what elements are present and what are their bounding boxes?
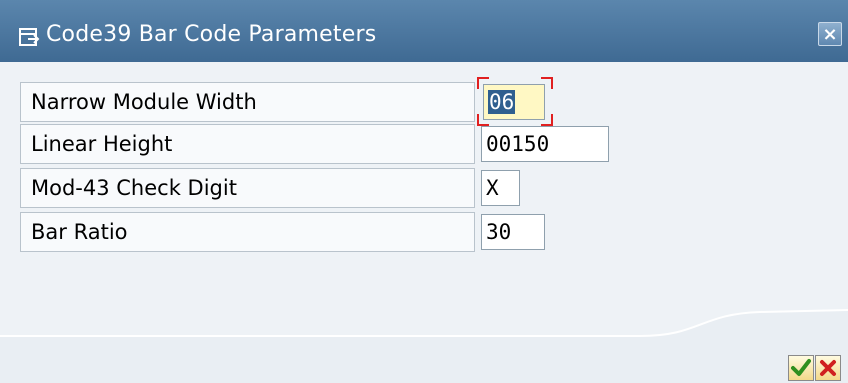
- narrow-module-width-input[interactable]: 06: [483, 84, 545, 120]
- cancel-x-icon: [820, 360, 836, 376]
- close-button[interactable]: ×: [818, 22, 842, 46]
- mod43-check-digit-input[interactable]: X: [481, 170, 520, 206]
- dialog-icon: [19, 28, 40, 46]
- button-bar: [0, 338, 848, 383]
- confirm-button[interactable]: [788, 355, 814, 381]
- mod43-check-digit-label: Mod-43 Check Digit: [20, 168, 475, 208]
- linear-height-input[interactable]: 00150: [481, 126, 609, 162]
- focus-corner-bl: [477, 114, 489, 126]
- footer-divider: [0, 309, 848, 340]
- narrow-module-width-label: Narrow Module Width: [20, 82, 475, 122]
- narrow-module-width-value: 06: [488, 90, 516, 114]
- checkmark-icon: [791, 359, 811, 376]
- title-bar[interactable]: Code39 Bar Code Parameters ×: [0, 0, 848, 62]
- focus-corner-br: [541, 114, 553, 126]
- bar-ratio-input[interactable]: 30: [481, 214, 545, 250]
- focus-corner-tl: [477, 77, 489, 89]
- linear-height-label: Linear Height: [20, 124, 475, 164]
- close-icon: ×: [822, 24, 838, 45]
- focus-corner-tr: [541, 77, 553, 89]
- dialog-window: Code39 Bar Code Parameters × Narrow Modu…: [0, 0, 848, 383]
- dialog-title: Code39 Bar Code Parameters: [46, 22, 377, 47]
- cancel-button[interactable]: [815, 355, 841, 381]
- bar-ratio-label: Bar Ratio: [20, 212, 475, 252]
